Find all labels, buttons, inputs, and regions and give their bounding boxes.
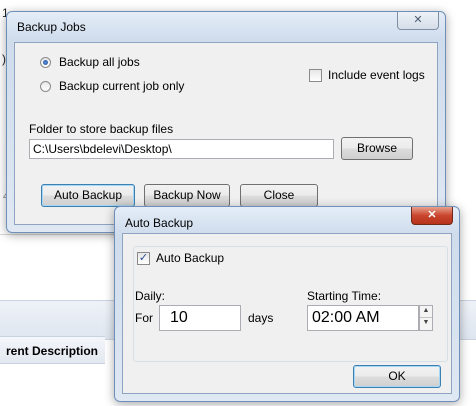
background-divider [0,234,120,235]
days-input[interactable]: 10 [159,305,241,331]
daily-label: Daily: [135,289,166,303]
time-spinner[interactable]: ▲ ▼ [419,305,433,331]
spin-down-icon[interactable]: ▼ [420,318,432,330]
auto-backup-checkbox-label[interactable]: Auto Backup [156,251,229,265]
for-label: For [135,311,153,325]
folder-path-field[interactable]: C:\Users\bdelevi\Desktop\ [29,139,334,159]
backup-current-job-radio[interactable] [40,81,51,92]
backup-all-jobs-radio[interactable] [40,57,51,68]
close-icon[interactable]: ✕ [411,207,453,225]
dialog-client-area: Backup all jobs Backup current job only … [14,42,438,225]
close-icon[interactable]: ✕ [397,12,439,30]
include-event-logs-checkbox[interactable] [309,69,322,82]
auto-backup-button[interactable]: Auto Backup [41,184,135,207]
spin-up-icon[interactable]: ▲ [420,306,432,318]
auto-backup-checkbox[interactable]: ✓ [137,252,150,265]
folder-label: Folder to store backup files [29,122,174,136]
backup-current-job-label[interactable]: Backup current job only [59,79,184,93]
backup-all-jobs-label[interactable]: Backup all jobs [59,55,140,69]
days-unit-label: days [248,311,274,325]
dialog-title: Auto Backup [125,216,194,230]
dialog-title: Backup Jobs [17,20,86,34]
dialog-client-area: ✓ Auto Backup Daily: For 10 days Startin… [122,233,452,394]
browse-button[interactable]: Browse [341,137,413,160]
starting-time-label: Starting Time: [307,289,382,303]
starting-time-input[interactable]: 02:00 AM [307,305,419,331]
close-button[interactable]: Close [240,184,318,207]
backup-now-button[interactable]: Backup Now [144,184,230,207]
event-description-column-header[interactable]: rent Description [0,336,105,364]
ok-button[interactable]: OK [353,365,441,388]
backup-jobs-dialog: Backup Jobs ✕ Backup all jobs Backup cur… [6,11,446,233]
auto-backup-dialog: Auto Backup ✕ ✓ Auto Backup Daily: For 1… [114,206,460,402]
include-event-logs-label[interactable]: Include event logs [328,68,425,82]
